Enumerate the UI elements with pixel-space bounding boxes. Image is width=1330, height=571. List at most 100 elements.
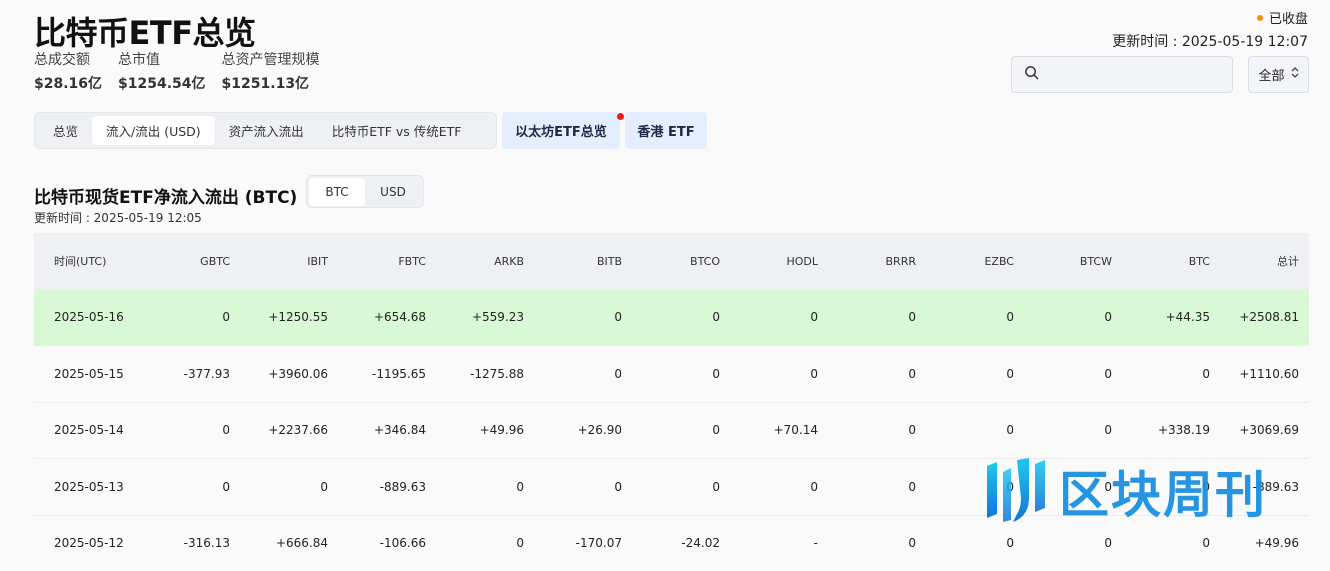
col-header: BTCW — [1024, 233, 1122, 289]
flow-cell: +44.35 — [1122, 289, 1220, 346]
flow-cell: 0 — [828, 402, 926, 459]
flow-cell: +346.84 — [338, 402, 436, 459]
flow-cell: -889.63 — [338, 458, 436, 516]
col-header: IBIT — [240, 233, 338, 289]
search-input[interactable] — [1011, 56, 1233, 93]
table-row: 2025-05-15 -377.93 +3960.06 -1195.65 -1275.8… — [34, 345, 1309, 403]
flow-cell: 0 — [534, 345, 632, 403]
flow-cell: +49.96 — [1220, 515, 1309, 571]
date-cell: 2025-05-16 — [34, 289, 146, 346]
col-header: GBTC — [146, 233, 240, 289]
date-cell: 2025-05-14 — [34, 402, 146, 459]
col-header: EZBC — [926, 233, 1024, 289]
col-header: BRRR — [828, 233, 926, 289]
flow-cell: +338.19 — [1122, 402, 1220, 459]
date-cell: 2025-05-12 — [34, 515, 146, 571]
col-header: BTC — [1122, 233, 1220, 289]
flow-cell: +1110.60 — [1220, 345, 1309, 403]
status-dot-icon — [1256, 14, 1263, 21]
page-title: 比特币ETF总览 — [34, 14, 256, 52]
flow-cell: -889.63 — [1220, 458, 1309, 516]
section-title: 比特币现货ETF净流入流出 (BTC) — [34, 188, 298, 208]
flow-cell: -24.02 — [632, 515, 730, 571]
flow-cell: 0 — [1122, 458, 1220, 516]
col-header: HODL — [730, 233, 828, 289]
flow-cell: 0 — [436, 515, 534, 571]
flow-cell: 0 — [1024, 515, 1122, 571]
flow-cell: 0 — [828, 345, 926, 403]
unit-usd-button[interactable]: USD — [365, 178, 421, 206]
flow-cell: +2508.81 — [1220, 289, 1309, 346]
col-header: 时间(UTC) — [34, 233, 146, 289]
flow-cell: 0 — [146, 402, 240, 459]
flow-cell: +3069.69 — [1220, 402, 1309, 459]
flow-cell: +559.23 — [436, 289, 534, 346]
flow-cell: 0 — [436, 458, 534, 516]
tab-asset-flows[interactable]: 资产流入流出 — [215, 116, 318, 145]
stat-label: 总成交额 — [34, 52, 90, 68]
hk-etf-link[interactable]: 香港 ETF — [625, 112, 707, 149]
flow-cell: 0 — [1024, 402, 1122, 459]
col-header: 总计 — [1220, 233, 1309, 289]
flow-cell: 0 — [146, 289, 240, 346]
chevron-updown-icon — [1291, 66, 1299, 83]
date-cell: 2025-05-15 — [34, 345, 146, 403]
stat-value: $1254.54亿 — [118, 76, 206, 92]
flow-cell: 0 — [1024, 289, 1122, 346]
flow-cell: 0 — [240, 458, 338, 516]
last-updated: 更新时间 : 2025-05-19 12:07 — [1112, 34, 1308, 50]
flow-cell: 0 — [730, 458, 828, 516]
flow-cell: 0 — [1024, 458, 1122, 516]
view-tabs: 总览 流入/流出 (USD) 资产流入流出 比特币ETF vs 传统ETF — [34, 112, 497, 149]
col-header: BTCO — [632, 233, 730, 289]
table-row: 2025-05-16 0 +1250.55 +654.68 +559.23 0 0 0 0 0 0 +… — [34, 289, 1309, 346]
tab-btc-etf-vs-traditional[interactable]: 比特币ETF vs 传统ETF — [318, 116, 476, 145]
flow-cell: 0 — [1122, 345, 1220, 403]
flow-cell: +70.14 — [730, 402, 828, 459]
col-header: FBTC — [338, 233, 436, 289]
flow-cell: +666.84 — [240, 515, 338, 571]
stat-label: 总市值 — [118, 52, 161, 68]
flow-cell: 0 — [1024, 345, 1122, 403]
col-header: ARKB — [436, 233, 534, 289]
flow-cell: 0 — [828, 289, 926, 346]
table-row: 2025-05-12 -316.13 +666.84 -106.66 0 -170.07-… — [34, 515, 1309, 571]
flow-cell: 0 — [926, 458, 1024, 516]
flow-cell: 0 — [632, 458, 730, 516]
notification-dot-icon — [617, 113, 624, 120]
flow-cell: 0 — [730, 289, 828, 346]
flow-cell: 0 — [632, 402, 730, 459]
eth-etf-overview-link[interactable]: 以太坊ETF总览 — [502, 112, 620, 149]
stat-aum: 总资产管理规模 $1251.13亿 — [222, 50, 320, 96]
flow-cell: 0 — [534, 289, 632, 346]
flow-cell: 0 — [632, 345, 730, 403]
flow-cell: -1195.65 — [338, 345, 436, 403]
flow-cell: 0 — [926, 345, 1024, 403]
market-status: 已收盘 — [1256, 8, 1308, 27]
tab-flows-usd[interactable]: 流入/流出 (USD) — [92, 116, 215, 145]
flow-cell: 0 — [926, 289, 1024, 346]
filter-select[interactable]: 全部 — [1248, 56, 1309, 93]
flow-cell: 0 — [828, 515, 926, 571]
date-cell: 2025-05-13 — [34, 458, 146, 516]
flow-cell: +26.90 — [534, 402, 632, 459]
filter-select-value: 全部 — [1258, 69, 1285, 84]
unit-btc-button[interactable]: BTC — [309, 177, 365, 206]
table-row: 2025-05-13 0 0 -889.63 0 0 0 0 0 0 0 0 -889.63 — [34, 458, 1309, 516]
stat-volume: 总成交额 $28.16亿 — [34, 50, 102, 96]
col-header: BITB — [534, 233, 632, 289]
flow-cell: -316.13 — [146, 515, 240, 571]
flow-cell: -106.66 — [338, 515, 436, 571]
unit-toggle: BTC USD — [306, 175, 424, 208]
flow-cell: -377.93 — [146, 345, 240, 403]
tab-overview[interactable]: 总览 — [39, 116, 92, 145]
flow-cell: 0 — [926, 402, 1024, 459]
flow-cell: 0 — [926, 515, 1024, 571]
stat-value: $1251.13亿 — [221, 76, 310, 92]
flow-cell: -1275.88 — [436, 345, 534, 403]
flow-cell: 0 — [632, 289, 730, 346]
flow-cell: 0 — [1122, 515, 1220, 571]
table-row: 2025-05-14 0 +2237.66 +346.84 +49.96 +26.90 0 +… — [34, 402, 1309, 459]
flow-cell: - — [730, 515, 828, 571]
stats-bar: 总成交额 $28.16亿 总市值 $1254.54亿 总资产管理规模 $1251… — [34, 50, 320, 96]
